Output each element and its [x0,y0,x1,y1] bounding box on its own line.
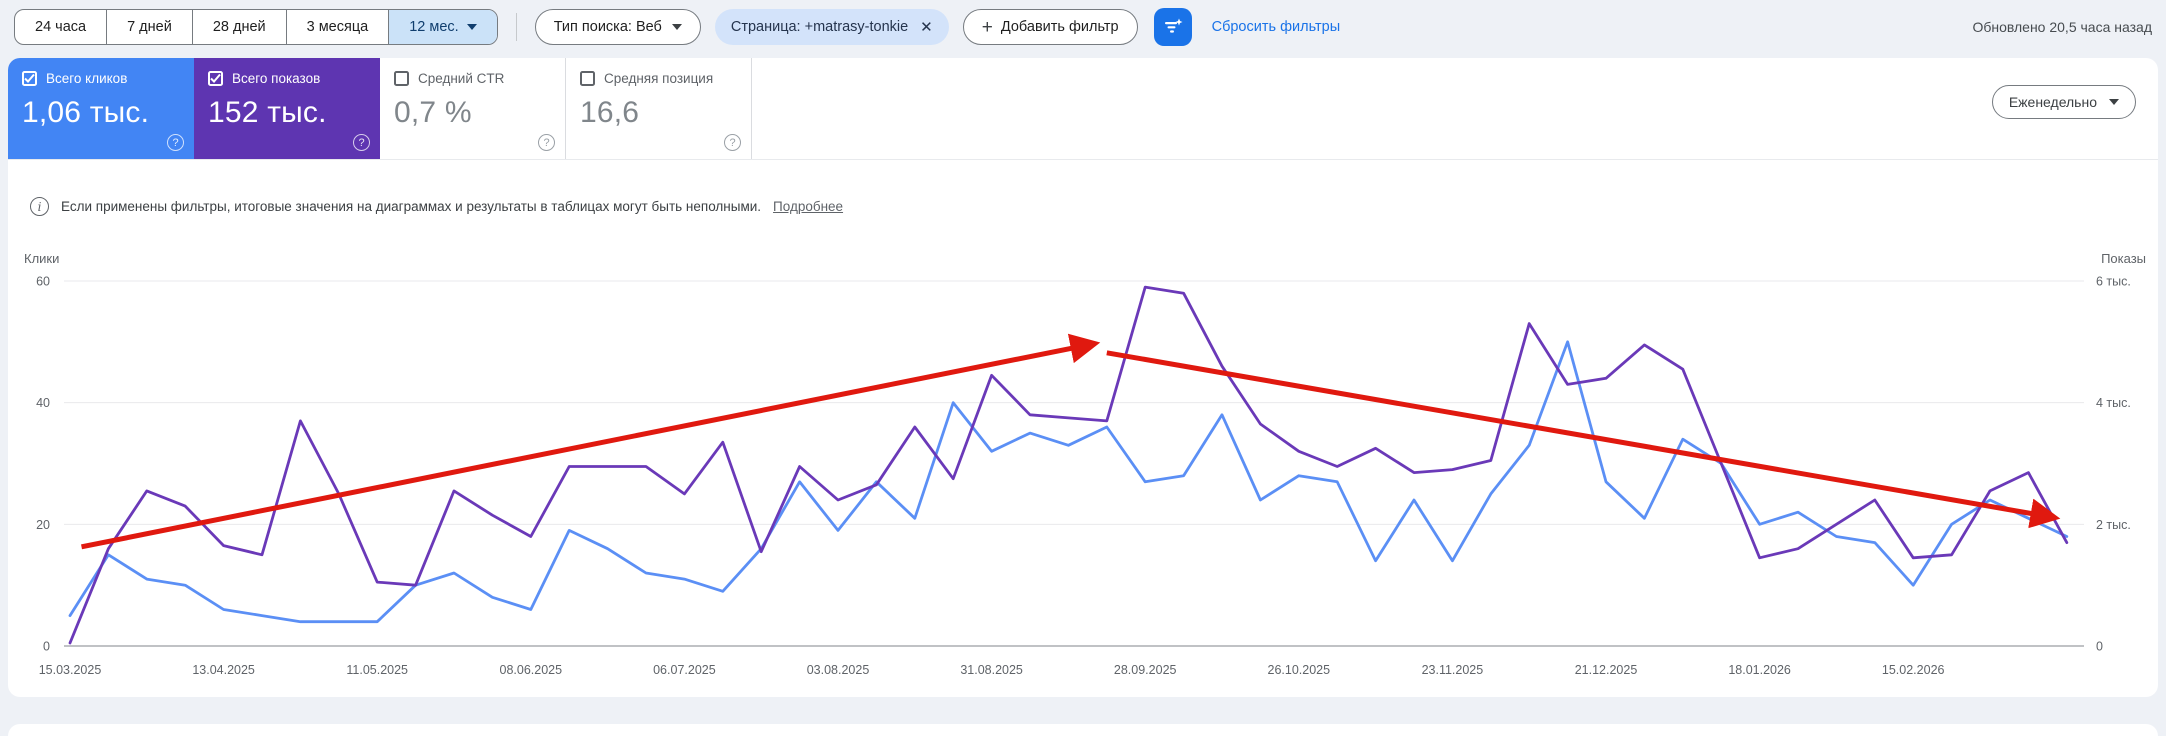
svg-text:11.05.2025: 11.05.2025 [346,663,408,677]
svg-text:03.08.2025: 03.08.2025 [807,663,870,677]
svg-text:06.07.2025: 06.07.2025 [653,663,716,677]
metric-label: Средний CTR [418,71,504,86]
help-icon[interactable]: ? [353,134,370,151]
metric-label: Средняя позиция [604,71,713,86]
svg-text:2 тыс.: 2 тыс. [2096,518,2131,532]
date-range-24h[interactable]: 24 часа [15,10,107,44]
checkbox-checked-icon[interactable] [208,71,223,86]
metric-value: 152 тыс. [208,96,366,130]
reset-filters-link[interactable]: Сбросить фильтры [1212,19,1341,35]
search-type-filter[interactable]: Тип поиска: Веб [535,9,701,45]
svg-text:28.09.2025: 28.09.2025 [1114,663,1177,677]
svg-text:20: 20 [36,518,50,532]
plus-icon: + [982,18,993,37]
metric-value: 16,6 [580,96,737,130]
checkbox-unchecked-icon[interactable] [580,71,595,86]
smart-filter-button[interactable] [1154,8,1192,46]
next-section-card [8,724,2158,736]
metric-label: Всего показов [232,71,320,86]
granularity-label: Еженедельно [2009,94,2097,110]
date-range-switcher: 24 часа 7 дней 28 дней 3 месяца 12 мес. [14,9,498,45]
filters-notice: i Если применены фильтры, итоговые значе… [30,197,843,216]
metric-value: 0,7 % [394,96,551,130]
svg-text:31.08.2025: 31.08.2025 [960,663,1023,677]
metric-tiles: Всего кликов 1,06 тыс. ? Всего показов 1… [8,58,2158,160]
metric-tile-total-clicks[interactable]: Всего кликов 1,06 тыс. ? [8,58,194,160]
performance-card: Всего кликов 1,06 тыс. ? Всего показов 1… [8,58,2158,697]
help-icon[interactable]: ? [538,134,555,151]
metric-label: Всего кликов [46,71,127,86]
performance-chart[interactable]: 0 0 20 2 тыс. 40 4 тыс. 60 6 тыс. Клики Показы 15.… [8,246,2158,696]
metric-tile-average-position[interactable]: Средняя позиция 16,6 ? [566,58,752,160]
date-range-7d[interactable]: 7 дней [107,10,193,44]
page-filter-label: Страница: +matrasy-tonkie [731,19,908,35]
help-icon[interactable]: ? [167,134,184,151]
svg-text:18.01.2026: 18.01.2026 [1728,663,1791,677]
info-icon: i [30,197,49,216]
metric-value: 1,06 тыс. [22,96,180,130]
svg-text:08.06.2025: 08.06.2025 [500,663,563,677]
svg-text:21.12.2025: 21.12.2025 [1575,663,1638,677]
svg-text:Клики: Клики [24,251,59,266]
remove-filter-icon[interactable]: ✕ [920,18,933,36]
date-range-28d[interactable]: 28 дней [193,10,287,44]
svg-text:15.03.2025: 15.03.2025 [39,663,102,677]
help-icon[interactable]: ? [724,134,741,151]
toolbar-divider [516,13,517,41]
svg-text:0: 0 [2096,640,2103,654]
chevron-down-icon [467,24,477,30]
svg-text:13.04.2025: 13.04.2025 [192,663,255,677]
notice-text: Если применены фильтры, итоговые значени… [61,199,761,214]
date-range-12m-label: 12 мес. [409,19,458,35]
svg-text:40: 40 [36,396,50,410]
svg-text:4 тыс.: 4 тыс. [2096,396,2131,410]
date-range-3m[interactable]: 3 месяца [287,10,390,44]
svg-text:Показы: Показы [2101,251,2146,266]
search-type-label: Тип поиска: Веб [554,19,662,35]
svg-text:23.11.2025: 23.11.2025 [1422,663,1484,677]
learn-more-link[interactable]: Подробнее [773,199,843,214]
page-filter-chip[interactable]: Страница: +matrasy-tonkie ✕ [715,9,949,45]
chevron-down-icon [2109,99,2119,105]
svg-text:0: 0 [43,640,50,654]
checkbox-unchecked-icon[interactable] [394,71,409,86]
chevron-down-icon [672,24,682,30]
checkbox-checked-icon[interactable] [22,71,37,86]
add-filter-label: Добавить фильтр [1001,19,1119,35]
updated-timestamp: Обновлено 20,5 часа назад [1972,19,2152,35]
metric-tile-average-ctr[interactable]: Средний CTR 0,7 % ? [380,58,566,160]
filter-toolbar: 24 часа 7 дней 28 дней 3 месяца 12 мес. … [14,8,2152,46]
chart-area: 0 0 20 2 тыс. 40 4 тыс. 60 6 тыс. Клики Показы 15.… [8,246,2158,696]
svg-text:26.10.2025: 26.10.2025 [1268,663,1331,677]
date-range-12m-selected[interactable]: 12 мес. [389,10,496,44]
metric-tile-total-impressions[interactable]: Всего показов 152 тыс. ? [194,58,380,160]
granularity-dropdown[interactable]: Еженедельно [1992,85,2136,119]
filter-sparkle-icon [1163,17,1183,37]
svg-text:60: 60 [36,275,50,289]
add-filter-button[interactable]: + Добавить фильтр [963,9,1138,45]
svg-text:6 тыс.: 6 тыс. [2096,275,2131,289]
svg-text:15.02.2026: 15.02.2026 [1882,663,1945,677]
